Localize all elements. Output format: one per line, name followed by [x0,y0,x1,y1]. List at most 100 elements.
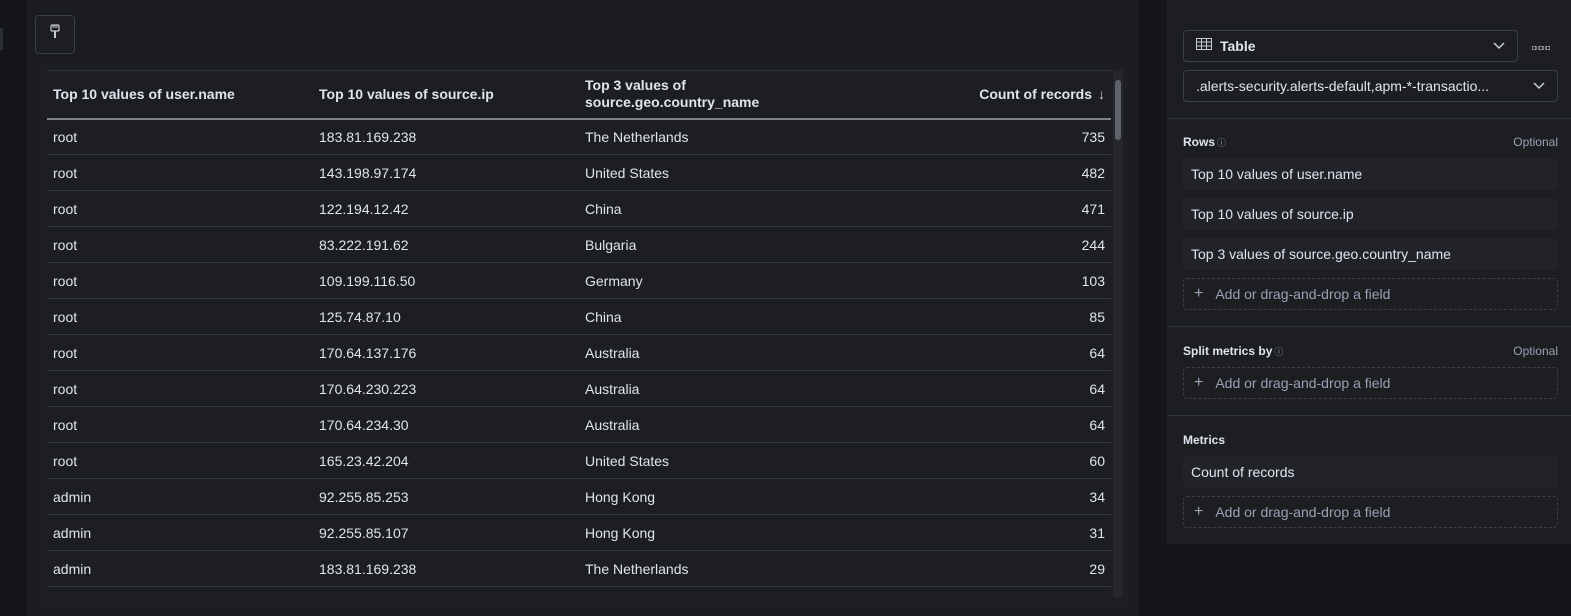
cell-count[interactable]: 34 [845,478,1111,515]
plus-icon: + [1194,374,1204,391]
cell-source-ip[interactable]: 170.64.137.176 [313,334,579,371]
plus-icon: + [1194,285,1204,302]
cell-country-name[interactable]: Bulgaria [579,226,845,263]
cell-user-name[interactable]: root [47,298,313,335]
cell-count[interactable]: 29 [845,550,1111,587]
cell-country-name[interactable]: Australia [579,370,845,407]
paintbrush-button[interactable] [35,15,75,54]
cell-country-name[interactable]: Australia [579,334,845,371]
data-table: Top 10 values of user.name Top 10 values… [47,70,1111,587]
cell-country-name[interactable]: Australia [579,406,845,443]
table-row: admin 183.81.169.238 The Netherlands 29 [47,550,1111,587]
cell-source-ip[interactable]: 183.81.169.238 [313,550,579,587]
cell-country-name[interactable]: United States [579,442,845,479]
cell-source-ip[interactable]: 125.74.87.10 [313,298,579,335]
sort-descending-icon[interactable]: ↓ [1098,86,1105,103]
cell-user-name[interactable]: root [47,226,313,263]
cell-source-ip[interactable]: 165.23.42.204 [313,442,579,479]
cell-user-name[interactable]: admin [47,550,313,587]
table-row: root 165.23.42.204 United States 60 [47,442,1111,479]
chevron-down-icon [1493,37,1505,55]
table-row: root 83.222.191.62 Bulgaria 244 [47,226,1111,263]
cell-source-ip[interactable]: 170.64.234.30 [313,406,579,443]
cell-source-ip[interactable]: 109.199.116.50 [313,262,579,299]
visualization-type-label: Table [1220,38,1256,54]
cell-country-name[interactable]: China [579,190,845,227]
cell-country-name[interactable]: The Netherlands [579,118,845,155]
workspace: Top 10 values of user.name Top 10 values… [27,0,1139,616]
split-metrics-add-field-button[interactable]: + Add or drag-and-drop a field [1183,367,1558,399]
info-icon[interactable]: ⓘ [1217,138,1226,148]
cell-country-name[interactable]: United States [579,154,845,191]
cell-user-name[interactable]: root [47,118,313,155]
cell-count[interactable]: 735 [845,118,1111,155]
data-view-label: .alerts-security.alerts-default,apm-*-tr… [1196,78,1490,94]
section-divider [1167,118,1571,119]
cell-user-name[interactable]: root [47,442,313,479]
cell-count[interactable]: 471 [845,190,1111,227]
table-header-row: Top 10 values of user.name Top 10 values… [47,70,1111,120]
split-metrics-optional-label: Optional [1513,344,1558,358]
cell-source-ip[interactable]: 122.194.12.42 [313,190,579,227]
cell-user-name[interactable]: root [47,406,313,443]
table-row: admin 92.255.85.107 Hong Kong 31 [47,514,1111,551]
cell-user-name[interactable]: root [47,370,313,407]
cell-count[interactable]: 64 [845,406,1111,443]
ellipsis-icon [1531,37,1551,55]
cell-count[interactable]: 244 [845,226,1111,263]
cell-source-ip[interactable]: 143.198.97.174 [313,154,579,191]
cell-user-name[interactable]: admin [47,514,313,551]
rows-optional-label: Optional [1513,135,1558,149]
cell-country-name[interactable]: Hong Kong [579,514,845,551]
table-row: root 122.194.12.42 China 471 [47,190,1111,227]
metrics-field-count[interactable]: Count of records [1183,456,1558,488]
data-table-container: Top 10 values of user.name Top 10 values… [47,70,1111,590]
table-scrollbar[interactable] [1113,70,1123,597]
table-row: root 170.64.230.223 Australia 64 [47,370,1111,407]
column-header-country-name[interactable]: Top 3 values of source.geo.country_name [579,70,845,120]
more-options-button[interactable] [1529,36,1553,56]
metrics-add-field-button[interactable]: + Add or drag-and-drop a field [1183,496,1558,528]
cell-user-name[interactable]: admin [47,478,313,515]
column-header-user-name[interactable]: Top 10 values of user.name [47,70,313,120]
visualization-type-select[interactable]: Table [1183,30,1518,62]
cell-count[interactable]: 482 [845,154,1111,191]
data-view-select[interactable]: .alerts-security.alerts-default,apm-*-tr… [1183,70,1558,102]
cell-user-name[interactable]: root [47,154,313,191]
plus-icon: + [1194,503,1204,520]
rows-field-country-name[interactable]: Top 3 values of source.geo.country_name [1183,238,1558,270]
cell-source-ip[interactable]: 92.255.85.253 [313,478,579,515]
column-header-count[interactable]: Count of records ↓ [845,70,1111,120]
cell-source-ip[interactable]: 92.255.85.107 [313,514,579,551]
cell-count[interactable]: 31 [845,514,1111,551]
cell-count[interactable]: 60 [845,442,1111,479]
column-header-source-ip[interactable]: Top 10 values of source.ip [313,70,579,120]
cell-country-name[interactable]: The Netherlands [579,550,845,587]
cell-count[interactable]: 103 [845,262,1111,299]
cell-count[interactable]: 64 [845,370,1111,407]
table-row: root 109.199.116.50 Germany 103 [47,262,1111,299]
cell-country-name[interactable]: China [579,298,845,335]
info-icon[interactable]: ⓘ [1274,347,1283,357]
rows-field-user-name[interactable]: Top 10 values of user.name [1183,158,1558,190]
rows-field-source-ip[interactable]: Top 10 values of source.ip [1183,198,1558,230]
cell-source-ip[interactable]: 170.64.230.223 [313,370,579,407]
metrics-section-title: Metrics [1183,433,1226,447]
cell-count[interactable]: 85 [845,298,1111,335]
cell-user-name[interactable]: root [47,190,313,227]
section-divider [1167,326,1571,327]
cell-source-ip[interactable]: 183.81.169.238 [313,118,579,155]
rows-section-title: Rows ⓘ [1183,135,1227,149]
chevron-down-icon [1533,77,1545,95]
cell-country-name[interactable]: Hong Kong [579,478,845,515]
split-metrics-section-title: Split metrics by ⓘ [1183,344,1284,358]
config-panel: Table .alerts-security.alerts-default,ap… [1167,0,1571,544]
cell-user-name[interactable]: root [47,334,313,371]
cell-count[interactable]: 64 [845,334,1111,371]
scrollbar-thumb[interactable] [1115,80,1121,140]
rows-add-field-button[interactable]: + Add or drag-and-drop a field [1183,278,1558,310]
left-panel-edge [0,28,3,50]
cell-source-ip[interactable]: 83.222.191.62 [313,226,579,263]
cell-user-name[interactable]: root [47,262,313,299]
cell-country-name[interactable]: Germany [579,262,845,299]
